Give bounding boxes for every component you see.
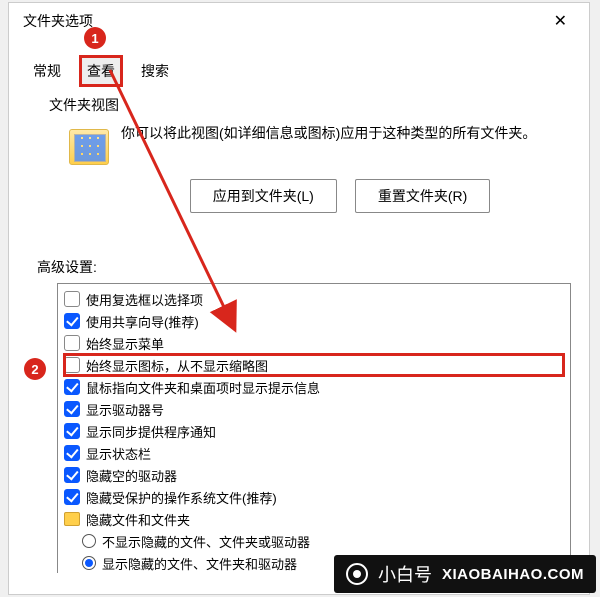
advanced-settings-label: 高级设置: bbox=[37, 257, 571, 277]
folder-category-icon bbox=[64, 512, 80, 526]
checkbox-icon[interactable] bbox=[64, 313, 80, 329]
checkbox-icon[interactable] bbox=[64, 379, 80, 395]
brand-name-en: XIAOBAIHAO.COM bbox=[442, 566, 584, 583]
list-item[interactable]: 始终显示图标，从不显示缩略图 bbox=[64, 354, 564, 376]
list-item-label: 始终显示菜单 bbox=[86, 334, 164, 353]
advanced-settings-list[interactable]: 使用复选框以选择项使用共享向导(推荐) 始终显示菜单始终显示图标，从不显示缩略图鼠… bbox=[57, 283, 571, 573]
list-item-label: 不显示隐藏的文件、文件夹或驱动器 bbox=[102, 532, 310, 551]
list-item[interactable]: 鼠标指向文件夹和桌面项时显示提示信息 bbox=[64, 376, 564, 398]
list-item[interactable]: 始终显示菜单 bbox=[64, 332, 564, 354]
checkbox-icon[interactable] bbox=[64, 445, 80, 461]
list-item-label: 始终显示图标，从不显示缩略图 bbox=[86, 356, 268, 375]
radio-icon[interactable] bbox=[82, 534, 96, 548]
checkbox-icon[interactable] bbox=[64, 467, 80, 483]
tab-general[interactable]: 常规 bbox=[27, 57, 67, 85]
list-item-label: 显示隐藏的文件、文件夹和驱动器 bbox=[102, 554, 297, 573]
tab-view[interactable]: 查看 bbox=[81, 57, 121, 85]
list-item[interactable]: 隐藏空的驱动器 bbox=[64, 464, 564, 486]
list-item[interactable]: 隐藏受保护的操作系统文件(推荐) bbox=[64, 486, 564, 508]
close-icon[interactable]: ✕ bbox=[546, 7, 575, 35]
list-item-label: 显示驱动器号 bbox=[86, 400, 164, 419]
list-item-label: 鼠标指向文件夹和桌面项时显示提示信息 bbox=[86, 378, 320, 397]
folder-views-description: 你可以将此视图(如详细信息或图标)应用于这种类型的所有文件夹。 bbox=[121, 123, 561, 144]
list-item[interactable]: 显示状态栏 bbox=[64, 442, 564, 464]
list-item[interactable]: 使用共享向导(推荐) bbox=[64, 310, 564, 332]
checkbox-icon[interactable] bbox=[64, 489, 80, 505]
brand-broadcast-icon bbox=[346, 563, 368, 585]
list-item[interactable]: 显示驱动器号 bbox=[64, 398, 564, 420]
radio-icon[interactable] bbox=[82, 556, 96, 570]
tab-search[interactable]: 搜索 bbox=[135, 57, 175, 85]
folder-options-dialog: 文件夹选项 ✕ 常规 查看 搜索 文件夹视图 你可以将此视图(如详细信息或图标)… bbox=[8, 2, 590, 595]
checkbox-icon[interactable] bbox=[64, 423, 80, 439]
tab-bar: 常规 查看 搜索 bbox=[9, 57, 589, 85]
checkbox-icon[interactable] bbox=[64, 291, 80, 307]
list-item-label: 显示同步提供程序通知 bbox=[86, 422, 216, 441]
dialog-title: 文件夹选项 bbox=[23, 11, 93, 31]
apply-to-folders-button[interactable]: 应用到文件夹(L) bbox=[190, 179, 337, 213]
list-item[interactable]: 使用复选框以选择项 bbox=[64, 288, 564, 310]
brand-footer: 小白号 XIAOBAIHAO.COM bbox=[334, 555, 596, 593]
annotation-badge-2: 2 bbox=[24, 358, 46, 380]
list-item-label: 使用复选框以选择项 bbox=[86, 290, 203, 309]
list-item-label: 使用共享向导(推荐) bbox=[86, 312, 199, 331]
brand-name-cn: 小白号 bbox=[378, 561, 432, 587]
list-item[interactable]: 显示同步提供程序通知 bbox=[64, 420, 564, 442]
list-item-label: 隐藏受保护的操作系统文件(推荐) bbox=[86, 488, 277, 507]
list-item[interactable]: 隐藏文件和文件夹 bbox=[64, 508, 564, 530]
checkbox-icon[interactable] bbox=[64, 401, 80, 417]
list-item-label: 显示状态栏 bbox=[86, 444, 151, 463]
list-item-label: 隐藏文件和文件夹 bbox=[86, 510, 190, 529]
folder-icon bbox=[69, 129, 109, 165]
reset-folders-button[interactable]: 重置文件夹(R) bbox=[355, 179, 490, 213]
list-item[interactable]: 不显示隐藏的文件、文件夹或驱动器 bbox=[64, 530, 564, 552]
checkbox-icon[interactable] bbox=[64, 357, 80, 373]
folder-views-label: 文件夹视图 bbox=[49, 95, 571, 115]
list-item-label: 隐藏空的驱动器 bbox=[86, 466, 177, 485]
checkbox-icon[interactable] bbox=[64, 335, 80, 351]
annotation-badge-1: 1 bbox=[84, 27, 106, 49]
folder-views-group: 文件夹视图 你可以将此视图(如详细信息或图标)应用于这种类型的所有文件夹。 应用… bbox=[49, 95, 571, 213]
